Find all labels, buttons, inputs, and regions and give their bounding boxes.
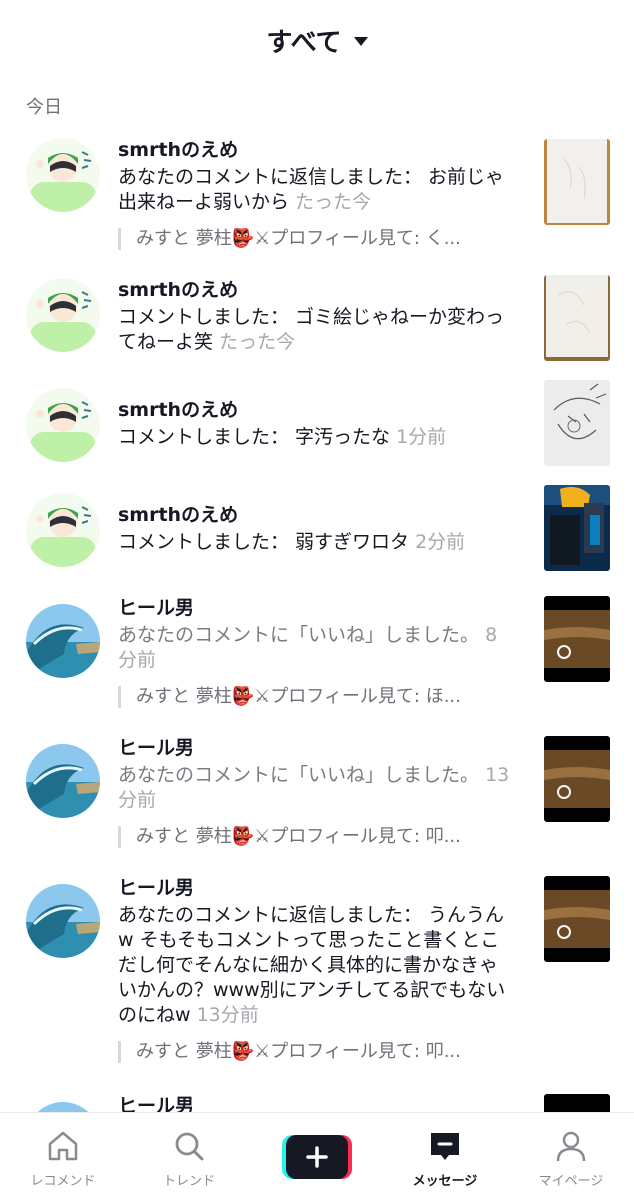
filter-title[interactable]: すべて: [266, 22, 341, 59]
notification-time: たった今: [219, 331, 296, 353]
notification-username[interactable]: smrthのえめ: [118, 278, 510, 302]
avatar-smrth[interactable]: [26, 278, 100, 352]
tab-profile[interactable]: マイページ: [516, 1113, 626, 1200]
person-icon: [556, 1131, 586, 1162]
notification-message: コメントしました： 字汚ったな 1分前: [118, 426, 447, 448]
tab-profile-label: マイページ: [538, 1174, 604, 1189]
tab-home[interactable]: レコメンド: [8, 1113, 118, 1200]
notification-item[interactable]: smrthのえめ コメントしました： 弱すぎワロタ 2分前: [0, 485, 634, 580]
notification-item[interactable]: smrthのえめ コメントしました： ゴミ絵じゃねーか変わってねーよ笑 たった今: [0, 270, 634, 365]
post-thumbnail[interactable]: [544, 1094, 610, 1112]
notification-message: あなたのコメントに「いいね」しました。 8分前: [118, 624, 498, 671]
notification-time: 13分前: [196, 1004, 259, 1026]
search-icon: [175, 1132, 204, 1161]
notification-message: コメントしました： 弱すぎワロタ 2分前: [118, 531, 466, 553]
notification-item[interactable]: ヒール男 あなたのコメントに「いいね」しました。 8分前 みすと 夢柱👺⚔プロフ…: [0, 596, 634, 726]
header: すべて: [0, 0, 634, 80]
plus-icon: [282, 1135, 352, 1179]
post-thumbnail[interactable]: [544, 380, 610, 466]
avatar-smrth[interactable]: [26, 388, 100, 462]
home-icon: [48, 1131, 78, 1161]
avatar-smrth[interactable]: [26, 138, 100, 212]
post-thumbnail[interactable]: [544, 736, 610, 822]
caret-down-icon[interactable]: [353, 37, 368, 46]
avatar-smrth[interactable]: [26, 493, 100, 567]
bottom-tab-bar: レコメンド トレンド メッセージ マイページ: [0, 1112, 634, 1200]
notification-username[interactable]: ヒール男: [118, 876, 510, 900]
tab-messages-label: メッセージ: [412, 1174, 478, 1189]
tab-trend[interactable]: トレンド: [134, 1113, 244, 1200]
notification-username[interactable]: smrthのえめ: [118, 503, 510, 527]
message-icon: [431, 1133, 459, 1160]
post-thumbnail[interactable]: [544, 275, 610, 361]
notification-item[interactable]: ヒール男 あなたのコメントに「いいね」しました。 13分前 みすと 夢柱👺⚔プロ…: [0, 736, 634, 866]
notification-item[interactable]: smrthのえめ あなたのコメントに返信しました： お前じゃ出来ねーよ弱いから …: [0, 130, 634, 260]
quoted-comment: みすと 夢柱👺⚔プロフィール見て: ほ...: [118, 686, 510, 708]
section-label-today: 今日: [26, 97, 62, 118]
post-thumbnail[interactable]: [544, 596, 610, 682]
tab-messages[interactable]: メッセージ: [390, 1113, 500, 1200]
post-thumbnail[interactable]: [544, 876, 610, 962]
notification-item[interactable]: ヒール男 あなたのコメントに返信しました： うんうんw そもそもコメントって思っ…: [0, 876, 634, 1090]
notification-username[interactable]: ヒール男: [118, 1094, 510, 1112]
notification-time: 2分前: [415, 531, 466, 553]
post-thumbnail[interactable]: [544, 139, 610, 225]
quoted-comment: みすと 夢柱👺⚔プロフィール見て: 叩...: [118, 1041, 510, 1063]
notification-item[interactable]: ヒール男: [0, 1094, 634, 1112]
quoted-comment: みすと 夢柱👺⚔プロフィール見て: く...: [118, 228, 510, 250]
create-button[interactable]: [282, 1135, 352, 1179]
tab-home-label: レコメンド: [30, 1174, 96, 1189]
notification-message: あなたのコメントに返信しました： お前じゃ出来ねーよ弱いから たった今: [118, 166, 505, 213]
notification-time: たった今: [295, 191, 372, 213]
notification-username[interactable]: ヒール男: [118, 736, 510, 760]
notification-username[interactable]: smrthのえめ: [118, 398, 510, 422]
quoted-comment: みすと 夢柱👺⚔プロフィール見て: 叩...: [118, 826, 510, 848]
notification-message: あなたのコメントに「いいね」しました。 13分前: [118, 764, 510, 811]
tab-trend-label: トレンド: [162, 1174, 215, 1189]
avatar-heel-otoko[interactable]: [26, 744, 100, 818]
notification-item[interactable]: smrthのえめ コメントしました： 字汚ったな 1分前: [0, 380, 634, 475]
notification-message: あなたのコメントに返信しました： うんうんw そもそもコメントって思ったこと書く…: [118, 904, 506, 1026]
notification-list[interactable]: smrthのえめ あなたのコメントに返信しました： お前じゃ出来ねーよ弱いから …: [0, 130, 634, 1112]
notification-username[interactable]: smrthのえめ: [118, 138, 510, 162]
avatar-heel-otoko[interactable]: [26, 1102, 100, 1112]
post-thumbnail[interactable]: [544, 485, 610, 571]
notification-message: コメントしました： ゴミ絵じゃねーか変わってねーよ笑 たった今: [118, 306, 505, 353]
avatar-heel-otoko[interactable]: [26, 884, 100, 958]
avatar-heel-otoko[interactable]: [26, 604, 100, 678]
notification-time: 1分前: [396, 426, 447, 448]
notification-username[interactable]: ヒール男: [118, 596, 510, 620]
